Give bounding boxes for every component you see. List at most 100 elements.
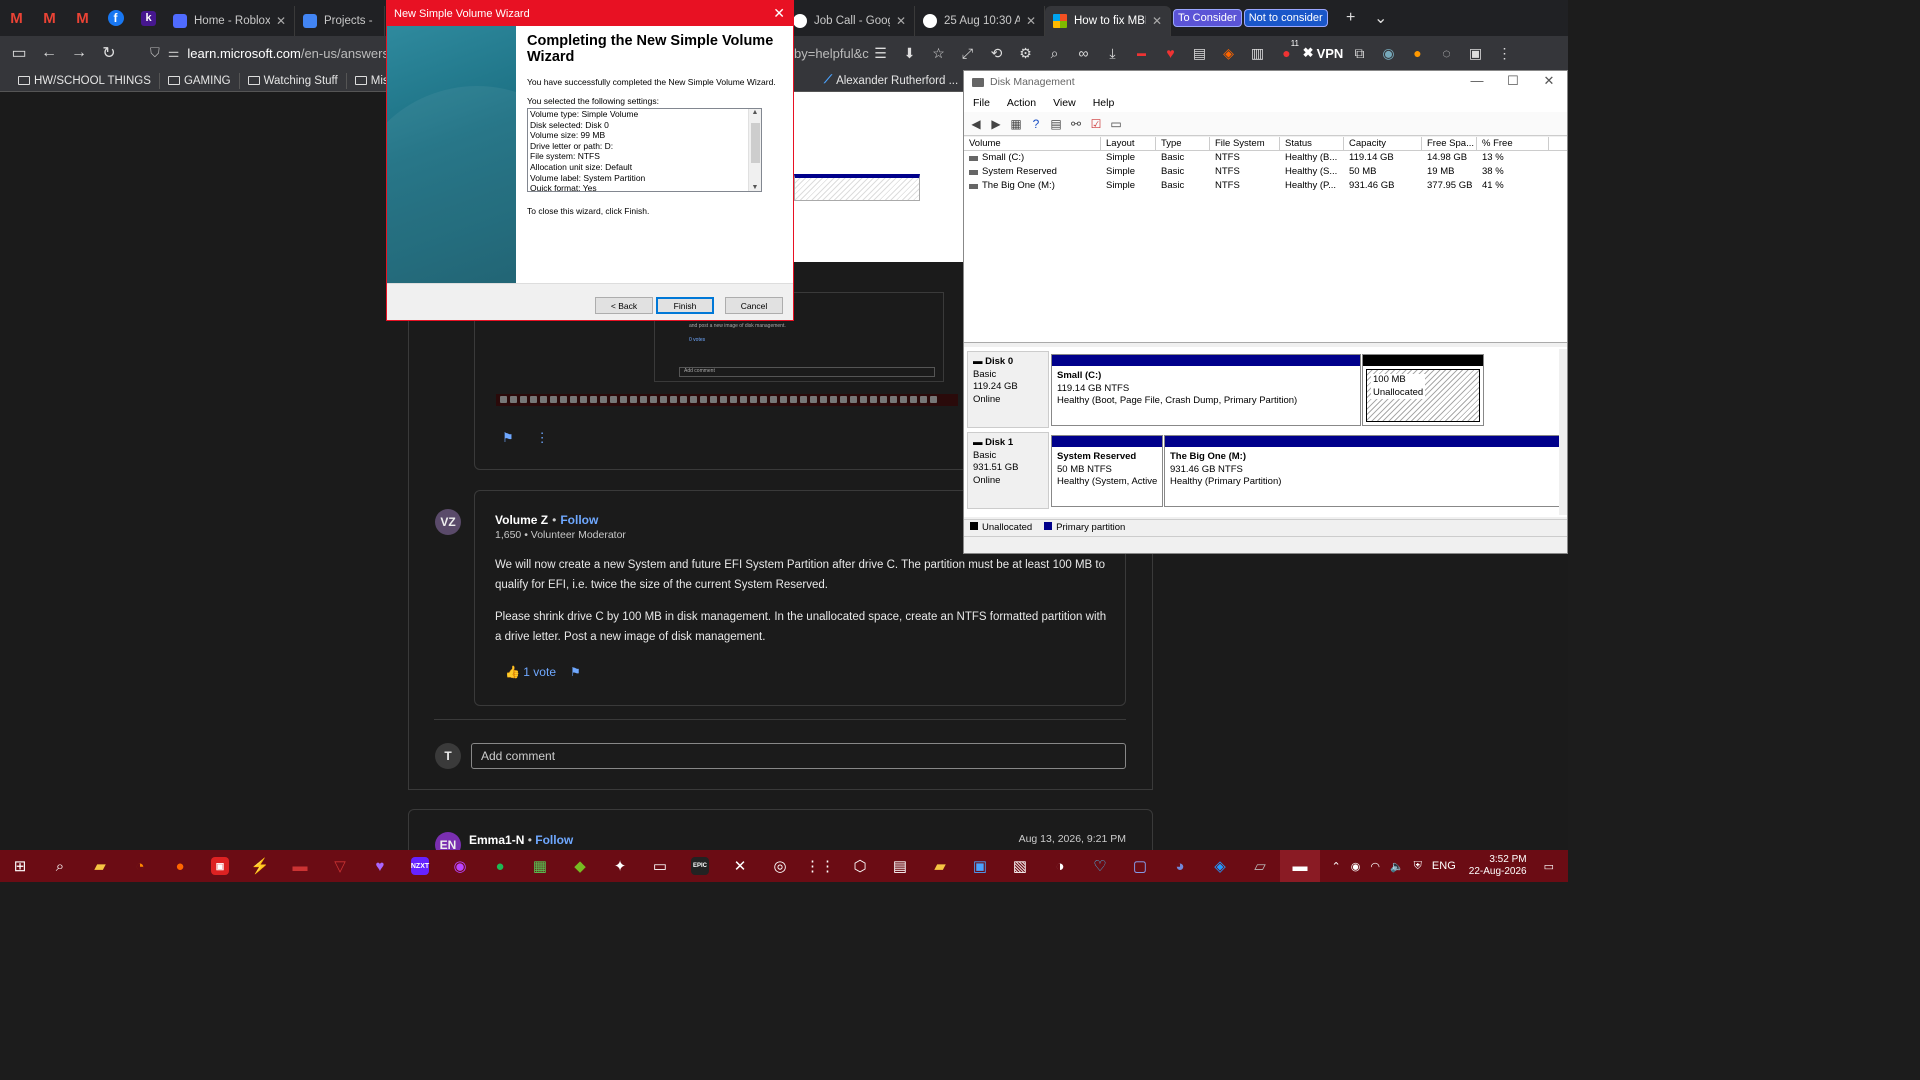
comment-input[interactable]: Add comment [471, 743, 1126, 769]
disk-management-taskbar-icon[interactable]: ▬ [1280, 850, 1320, 882]
column-header[interactable]: % Free [1477, 137, 1549, 150]
scrollbar[interactable]: ▲ ▼ [748, 109, 761, 191]
scroll-up-icon[interactable]: ▲ [749, 109, 761, 116]
list-icon[interactable]: ▭ [1108, 117, 1124, 131]
gmail-icon[interactable]: M [33, 0, 66, 36]
tab-group-to-consider[interactable]: To Consider [1173, 9, 1242, 27]
bookmark-link[interactable]: ⟋ Alexander Rutherford ... [816, 73, 966, 89]
unity-icon[interactable]: ⬡ [840, 850, 880, 882]
column-header[interactable]: Status [1280, 137, 1344, 150]
language-indicator[interactable]: ENG [1427, 860, 1461, 872]
disk-label[interactable]: ▬ Disk 0 Basic 119.24 GB Online [967, 351, 1049, 428]
flag-icon[interactable]: ⚑ [570, 665, 581, 679]
blender-icon[interactable]: ◔ [120, 850, 160, 882]
forward-icon[interactable]: → [64, 38, 94, 68]
security-icon[interactable]: ⛨ [1409, 860, 1427, 873]
wizard-title-bar[interactable]: New Simple Volume Wizard ✕ [387, 1, 793, 26]
cancel-button[interactable]: Cancel [725, 297, 783, 314]
app-icon[interactable]: ▱ [1240, 850, 1280, 882]
bookmark-folder[interactable]: Watching Stuff [240, 72, 347, 89]
vpn-button[interactable]: ✖ VPN [1301, 36, 1345, 70]
close-icon[interactable]: ✕ [773, 5, 785, 22]
close-icon[interactable]: ✕ [1026, 14, 1036, 28]
partition-small-c[interactable]: Small (C:) 119.14 GB NTFS Healthy (Boot,… [1051, 354, 1361, 426]
notification-extension-icon[interactable]: ● 11 [1272, 36, 1301, 70]
column-header[interactable]: Type [1156, 137, 1210, 150]
expand-icon[interactable]: ⤢ [953, 36, 982, 70]
tab-group-not-to-consider[interactable]: Not to consider [1243, 9, 1328, 27]
tab-job-call[interactable]: Job Call - Google S ✕ [785, 6, 915, 36]
photos-icon[interactable]: ▣ [960, 850, 1000, 882]
app-icon[interactable]: ◉ [440, 850, 480, 882]
scroll-down-icon[interactable]: ▼ [749, 184, 761, 191]
more-options-icon[interactable]: ⋮ [536, 430, 549, 446]
disk-label[interactable]: ▬ Disk 1 Basic 931.51 GB Online [967, 432, 1049, 509]
properties-icon[interactable]: ▤ [1048, 117, 1064, 131]
chevron-up-icon[interactable]: ⌃ [1327, 860, 1346, 873]
infinity-icon[interactable]: ∞ [1069, 36, 1098, 70]
console-tree-icon[interactable]: ▦ [1008, 117, 1024, 131]
partition-system-reserved[interactable]: System Reserved 50 MB NTFS Healthy (Syst… [1051, 435, 1163, 507]
author-name[interactable]: Volume Z [495, 513, 548, 527]
partition-the-big-one-m[interactable]: The Big One (M:) 931.46 GB NTFS Healthy … [1164, 435, 1561, 507]
terminal-icon[interactable]: ▭ [640, 850, 680, 882]
puzzle-extension-icon[interactable]: ⧉ [1345, 36, 1374, 70]
start-icon[interactable]: ⊞ [0, 850, 40, 882]
spotify-icon[interactable]: ● [480, 850, 520, 882]
heart-extension-icon[interactable]: ♥ [1156, 36, 1185, 70]
menu-help[interactable]: Help [1084, 97, 1123, 109]
history-icon[interactable]: ⟲ [982, 36, 1011, 70]
wifi-extension-icon[interactable]: ◌ [1432, 36, 1461, 70]
follow-link[interactable]: Follow [560, 513, 598, 527]
facebook-icon[interactable]: f [99, 0, 132, 36]
discord-icon[interactable]: ◕ [1160, 850, 1200, 882]
flame-icon[interactable]: ● [1403, 36, 1432, 70]
menu-view[interactable]: View [1044, 97, 1084, 109]
davinci-icon[interactable]: ✦ [600, 850, 640, 882]
extension-icon[interactable]: ▬ [1127, 36, 1156, 70]
obs-icon[interactable]: ◎ [760, 850, 800, 882]
close-icon[interactable]: ✕ [276, 14, 286, 28]
flash-icon[interactable]: ⚡ [240, 850, 280, 882]
author-name[interactable]: Emma1-N [469, 833, 524, 847]
column-header[interactable]: Free Spa... [1422, 137, 1477, 150]
close-icon[interactable]: ✕ [896, 14, 906, 28]
downloads-icon[interactable]: ⤓ [1098, 36, 1127, 70]
brave-shield-icon[interactable]: ◈ [1214, 36, 1243, 70]
flag-icon[interactable]: ⚑ [502, 430, 514, 446]
tab-mbr2gpt[interactable]: How to fix MBR2GPT ✕ [1045, 6, 1171, 36]
forward-icon[interactable]: ▶ [988, 117, 1004, 131]
finish-button[interactable]: Finish [656, 297, 714, 314]
column-header[interactable]: File System [1210, 137, 1280, 150]
bookmark-star-icon[interactable]: ☆ [924, 36, 953, 70]
tab-roblox[interactable]: Home - Roblox ✕ [165, 6, 295, 36]
roblox-studio-icon[interactable]: ▣ [200, 850, 240, 882]
steam-icon[interactable]: ◑ [1040, 850, 1080, 882]
column-header[interactable]: Volume [964, 137, 1101, 150]
menu-action[interactable]: Action [998, 97, 1044, 109]
nvidia-icon[interactable]: ◆ [560, 850, 600, 882]
activity-icon[interactable]: ♡ [1080, 850, 1120, 882]
reader-icon[interactable]: ☰ [866, 36, 895, 70]
valorant-icon[interactable]: ▽ [320, 850, 360, 882]
bookmark-folder[interactable]: GAMING [160, 72, 240, 89]
minecraft-icon[interactable]: ▦ [520, 850, 560, 882]
messenger-icon[interactable]: ◉ [1374, 36, 1403, 70]
follow-link[interactable]: Follow [535, 833, 573, 847]
gmail-icon[interactable]: M [0, 0, 33, 36]
download-page-icon[interactable]: ⬇ [895, 36, 924, 70]
vote-button[interactable]: 👍 1 vote [505, 665, 556, 679]
bookmark-folder[interactable]: HW/SCHOOL THINGS [10, 72, 160, 89]
close-icon[interactable]: ✕ [1531, 71, 1567, 91]
maximize-icon[interactable]: ☐ [1495, 71, 1531, 91]
reading-list-icon[interactable]: ▥ [1243, 36, 1272, 70]
new-tab-icon[interactable]: + [1336, 3, 1366, 33]
capcut-icon[interactable]: ✕ [720, 850, 760, 882]
network-app-icon[interactable]: ▧ [1000, 850, 1040, 882]
profile-icon[interactable]: ▣ [1461, 36, 1490, 70]
disk-management-title-bar[interactable]: Disk Management — ☐ ✕ [964, 71, 1567, 93]
notification-icon[interactable]: ▭ [1539, 860, 1568, 873]
close-icon[interactable]: ✕ [1152, 14, 1162, 28]
volume-icon[interactable]: 🔈 [1385, 860, 1409, 873]
back-button[interactable]: < Back [595, 297, 653, 314]
